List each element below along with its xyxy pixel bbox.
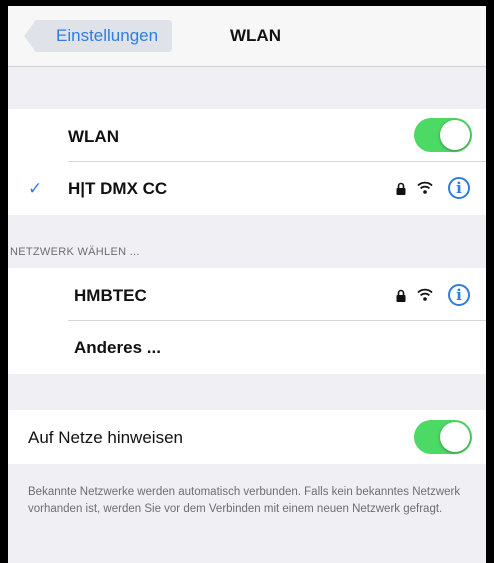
connected-network-name: H|T DMX CC	[68, 179, 168, 198]
checkmark-icon: ✓	[28, 179, 43, 198]
other-network-label: Anderes ...	[74, 338, 161, 357]
wlan-toggle[interactable]	[414, 118, 472, 152]
wifi-icon	[417, 181, 433, 194]
wlan-group: WLAN ✓ H|T DMX CC i	[8, 109, 486, 215]
notify-label: Auf Netze hinweisen	[28, 428, 183, 447]
wlan-label: WLAN	[68, 127, 119, 146]
toggle-knob	[440, 422, 470, 452]
notify-group: Auf Netze hinweisen	[8, 410, 486, 464]
info-icon[interactable]: i	[448, 177, 470, 199]
lock-icon	[396, 289, 406, 302]
back-chevron-icon	[24, 20, 36, 52]
back-button[interactable]: Einstellungen	[24, 20, 173, 52]
back-button-label: Einstellungen	[56, 26, 159, 45]
networks-group: HMBTEC i Anderes ...	[8, 268, 486, 374]
toggle-knob	[440, 120, 470, 150]
notify-toggle-row: Auf Netze hinweisen	[8, 410, 486, 462]
settings-screen: Einstellungen WLAN WLAN ✓ H|T DMX CC i N…	[8, 6, 486, 563]
info-icon[interactable]: i	[448, 284, 470, 306]
network-name: HMBTEC	[74, 286, 147, 305]
connected-network-row[interactable]: ✓ H|T DMX CC i	[8, 162, 486, 214]
page-title: WLAN	[230, 26, 281, 45]
other-network-row[interactable]: Anderes ...	[8, 321, 486, 373]
navigation-bar: Einstellungen WLAN	[8, 6, 486, 67]
notify-toggle[interactable]	[414, 420, 472, 454]
network-row[interactable]: HMBTEC i	[8, 268, 486, 320]
wlan-toggle-row: WLAN	[8, 109, 486, 161]
wifi-icon	[417, 288, 433, 301]
lock-icon	[396, 182, 406, 195]
footer-note: Bekannte Netzwerke werden automatisch ve…	[28, 486, 461, 515]
section-header: NETZWERK WÄHLEN ...	[10, 246, 140, 258]
